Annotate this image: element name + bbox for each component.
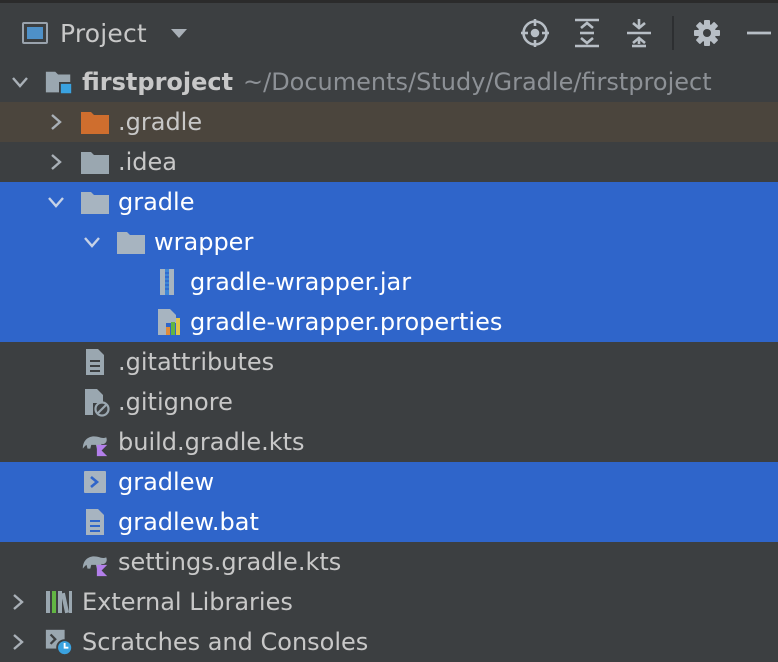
tree-label: .gitattributes xyxy=(118,348,275,376)
tree-row-gradle-wrapper-jar[interactable]: gradle-wrapper.jar xyxy=(0,262,778,302)
tree-label: build.gradle.kts xyxy=(118,428,305,456)
tree-label: firstproject xyxy=(82,68,234,96)
folder-icon xyxy=(116,227,146,257)
collapse-all-icon xyxy=(627,19,651,48)
tree-row-gitignore[interactable]: .gitignore xyxy=(0,382,778,422)
shell-script-icon xyxy=(80,467,110,497)
tree-row-gitattributes[interactable]: .gitattributes xyxy=(0,342,778,382)
tree-row-gradlew-bat[interactable]: gradlew.bat xyxy=(0,502,778,542)
tree-row-external-libraries[interactable]: External Libraries xyxy=(0,582,778,622)
select-opened-file-button[interactable] xyxy=(516,16,554,50)
project-tree[interactable]: firstproject ~/Documents/Study/Gradle/fi… xyxy=(0,62,778,662)
gear-icon xyxy=(694,20,720,46)
tree-label: .gitignore xyxy=(118,388,233,416)
project-tool-window-header: Project xyxy=(0,0,778,62)
chevron-down-icon[interactable] xyxy=(43,189,69,215)
gradle-kotlin-icon xyxy=(80,427,110,457)
properties-file-icon xyxy=(154,307,184,337)
tree-label: gradle-wrapper.properties xyxy=(190,308,503,336)
tree-row-scratches-and-consoles[interactable]: Scratches and Consoles xyxy=(0,622,778,662)
jar-icon xyxy=(152,267,182,297)
tree-row-settings-gradle-kts[interactable]: settings.gradle.kts xyxy=(0,542,778,582)
tree-row-gradle-folder[interactable]: gradle xyxy=(0,182,778,222)
tree-label: .idea xyxy=(118,148,178,176)
text-file-icon xyxy=(80,507,110,537)
tree-row-wrapper[interactable]: wrapper xyxy=(0,222,778,262)
tree-label: wrapper xyxy=(154,228,254,256)
tree-label: gradlew xyxy=(118,468,215,496)
crosshair-icon xyxy=(521,19,549,47)
collapse-all-button[interactable] xyxy=(620,16,658,50)
settings-button[interactable] xyxy=(688,16,726,50)
text-file-icon xyxy=(80,347,110,377)
project-window-icon xyxy=(22,22,48,44)
tree-row-gradle-wrapper-properties[interactable]: gradle-wrapper.properties xyxy=(0,302,778,342)
minimize-icon xyxy=(747,31,771,35)
tree-label: gradle xyxy=(118,188,195,216)
tree-row-idea[interactable]: .idea xyxy=(0,142,778,182)
project-view-selector[interactable]: Project xyxy=(22,16,187,50)
tree-label: settings.gradle.kts xyxy=(118,548,342,576)
chevron-down-icon[interactable] xyxy=(170,28,187,38)
folder-icon xyxy=(80,187,110,217)
ignore-file-icon xyxy=(82,387,112,417)
gradle-kotlin-icon xyxy=(80,547,110,577)
tree-label: .gradle xyxy=(118,108,203,136)
chevron-right-icon[interactable] xyxy=(5,589,31,615)
tree-row-gradlew[interactable]: gradlew xyxy=(0,462,778,502)
toolbar-separator xyxy=(672,16,674,50)
project-view-title[interactable]: Project xyxy=(60,19,147,48)
tree-row-gradle-cache[interactable]: .gradle xyxy=(0,102,778,142)
tree-label: External Libraries xyxy=(82,588,293,616)
scratches-icon xyxy=(44,627,74,657)
hide-button[interactable] xyxy=(740,16,778,50)
tree-label: gradle-wrapper.jar xyxy=(190,268,412,296)
folder-icon xyxy=(80,147,110,177)
expand-all-button[interactable] xyxy=(568,16,606,50)
chevron-right-icon[interactable] xyxy=(43,149,69,175)
tree-row-firstproject[interactable]: firstproject ~/Documents/Study/Gradle/fi… xyxy=(0,62,778,102)
tree-label: gradlew.bat xyxy=(118,508,259,536)
chevron-down-icon[interactable] xyxy=(7,69,33,95)
chevron-right-icon[interactable] xyxy=(43,109,69,135)
project-path: ~/Documents/Study/Gradle/firstproject xyxy=(243,68,712,96)
tree-label: Scratches and Consoles xyxy=(82,628,369,656)
expand-all-icon xyxy=(575,18,599,48)
chevron-down-icon[interactable] xyxy=(79,229,105,255)
folder-orange-icon xyxy=(80,107,110,137)
libraries-icon xyxy=(44,587,74,617)
module-folder-icon xyxy=(44,67,74,97)
chevron-right-icon[interactable] xyxy=(5,629,31,655)
tree-row-build-gradle-kts[interactable]: build.gradle.kts xyxy=(0,422,778,462)
